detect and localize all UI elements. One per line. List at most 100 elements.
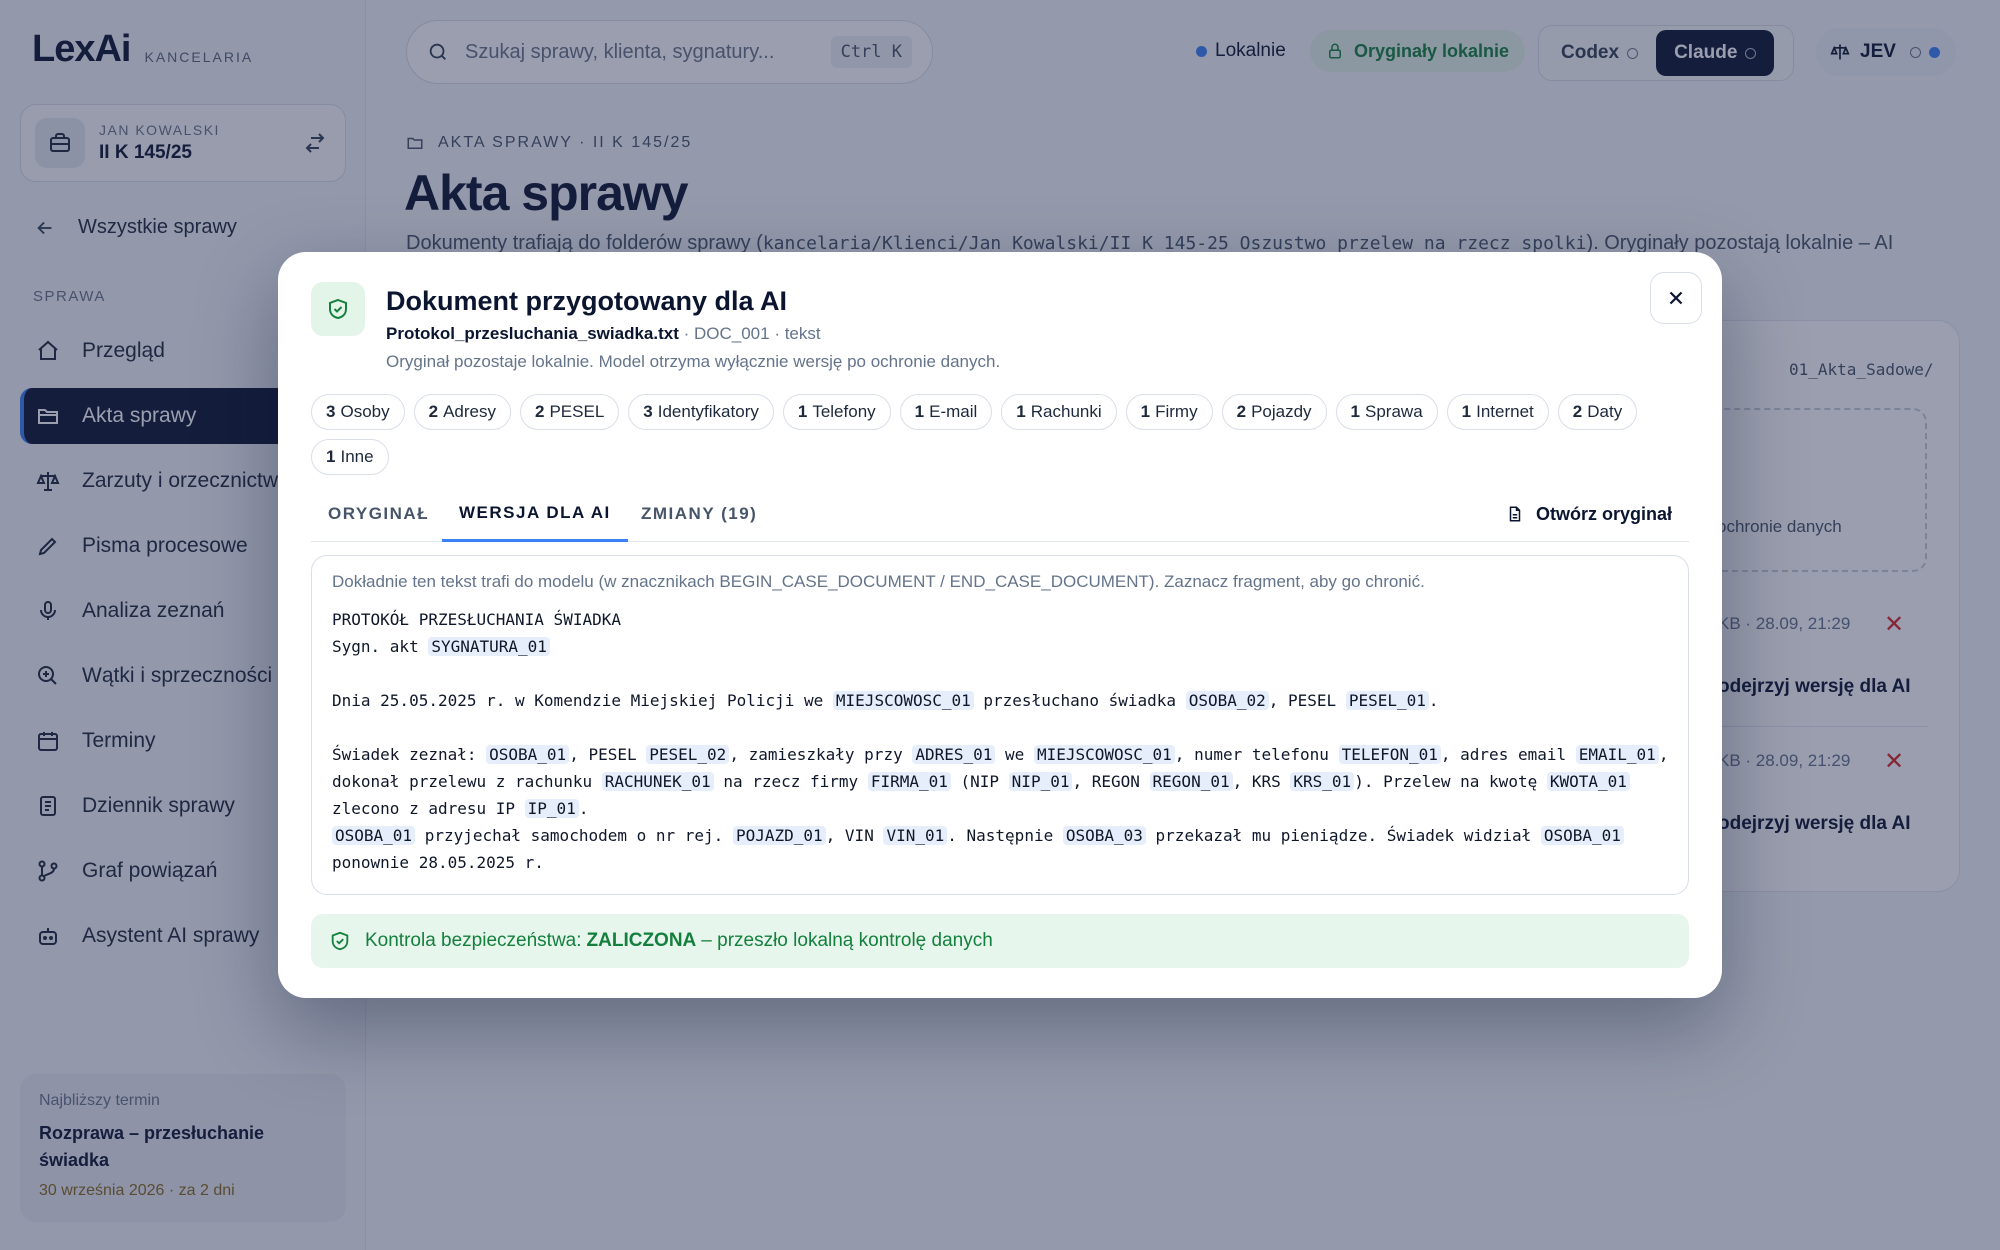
entity-label: Daty [1587,402,1623,421]
placeholder-token[interactable]: REGON_01 [1149,772,1233,791]
document-text-segment: Sygn. akt [332,637,429,656]
entity-label: E-mail [929,402,978,421]
entity-label: Sprawa [1365,402,1423,421]
placeholder-token[interactable]: NIP_01 [1008,772,1073,791]
placeholder-token[interactable]: KWOTA_01 [1546,772,1630,791]
entity-chip[interactable]: 2 Daty [1557,394,1638,430]
ai-document-preview[interactable]: Dokładnie ten tekst trafi do modelu (w z… [311,555,1689,895]
entity-count: 1 [1461,402,1472,421]
entity-count: 3 [643,402,653,421]
placeholder-token[interactable]: PESEL_02 [646,745,730,764]
document-text-segment: (NIP [950,772,1009,791]
entity-chip[interactable]: 2 Pojazdy [1221,394,1327,430]
placeholder-token[interactable]: MIEJSCOWOSC_01 [1033,745,1175,764]
ai-document-dialog: Dokument przygotowany dla AI Protokol_pr… [278,252,1722,998]
document-text-segment: , adres email [1440,745,1576,764]
document-icon [1509,506,1521,522]
placeholder-token[interactable]: SYGNATURA_01 [428,637,550,656]
entity-count: 2 [535,402,545,421]
placeholder-token[interactable]: PESEL_01 [1345,691,1429,710]
placeholder-token[interactable]: RACHUNEK_01 [601,772,714,791]
placeholder-token[interactable]: ADRES_01 [912,745,996,764]
safety-check-prefix: Kontrola bezpieczeństwa: [365,930,582,951]
entity-label: Firmy [1155,402,1198,421]
entity-chip[interactable]: 1 Inne [311,439,389,475]
open-original-button[interactable]: Otwórz oryginał [1506,486,1672,542]
shield-check-icon [311,282,365,336]
document-text-segment: . [1428,691,1439,710]
close-button[interactable] [1650,272,1702,324]
document-text-segment: , PESEL [1268,691,1346,710]
entity-label: Osoby [340,402,390,421]
safety-check-banner: Kontrola bezpieczeństwa: ZALICZONA – prz… [311,914,1689,968]
document-line: zlecono z adresu IP IP_01. [332,795,1668,822]
entity-count: 1 [1350,402,1361,421]
document-text-segment: , VIN [825,826,884,845]
document-text-segment: , [1658,745,1669,764]
document-line: dokonał przelewu z rachunku RACHUNEK_01 … [332,768,1668,795]
tab-ai-version[interactable]: WERSJA DLA AI [442,486,628,542]
entity-chip[interactable]: 1 Rachunki [1001,394,1117,430]
entity-chip[interactable]: 2 Adresy [413,394,511,430]
document-text-segment: we [995,745,1034,764]
entity-count: 1 [326,447,336,466]
placeholder-token[interactable]: OSOBA_03 [1062,826,1146,845]
entity-count: 1 [1016,402,1026,421]
document-text-segment: , zamieszkały przy [729,745,913,764]
placeholder-token[interactable]: OSOBA_01 [1540,826,1624,845]
document-text-segment: zlecono z adresu IP [332,799,525,818]
placeholder-token[interactable]: POJAZD_01 [732,826,826,845]
placeholder-token[interactable]: IP_01 [524,799,579,818]
document-text-segment: na rzecz firmy [713,772,868,791]
entity-chip[interactable]: 3 Osoby [311,394,405,430]
document-text-segment: ). Przelew na kwotę [1354,772,1547,791]
document-text[interactable]: PROTOKÓŁ PRZESŁUCHANIA ŚWIADKA Sygn. akt … [332,606,1668,876]
placeholder-token[interactable]: KRS_01 [1290,772,1355,791]
entity-count: 1 [914,402,925,421]
document-line: ponownie 28.05.2025 r. [332,849,1668,876]
entity-chip[interactable]: 1 Firmy [1125,394,1213,430]
entity-chip[interactable]: 1 Sprawa [1335,394,1438,430]
entity-chip[interactable]: 1 Internet [1446,394,1549,430]
safety-check-status: ZALICZONA [586,930,697,951]
entity-label: Internet [1476,402,1534,421]
entity-label: Pojazdy [1251,402,1312,421]
placeholder-token[interactable]: MIEJSCOWOSC_01 [832,691,974,710]
entity-chip[interactable]: 2 PESEL [520,394,620,430]
document-text-segment: Dnia 25.05.2025 r. w Komendzie Miejskiej… [332,691,833,710]
tab-original[interactable]: ORYGINAŁ [328,486,429,542]
entity-count: 1 [1140,402,1151,421]
close-icon [1669,291,1683,305]
placeholder-token[interactable]: OSOBA_01 [332,826,416,845]
entity-chips: 3 Osoby 2 Adresy 2 PESEL 3 Identyfikatory 1 Telef… [311,394,1691,475]
tab-changes[interactable]: ZMIANY (19) [641,486,757,542]
placeholder-token[interactable]: VIN_01 [883,826,948,845]
document-line: OSOBA_01 przyjechał samochodem o nr rej.… [332,822,1668,849]
placeholder-token[interactable]: FIRMA_01 [867,772,951,791]
document-line: Sygn. akt SYGNATURA_01 [332,633,1668,660]
placeholder-token[interactable]: OSOBA_01 [486,745,570,764]
document-line: Świadek zeznał: OSOBA_01, PESEL PESEL_02… [332,741,1668,768]
entity-count: 1 [797,402,808,421]
dialog-title: Dokument przygotowany dla AI [386,286,788,316]
entity-chip[interactable]: 3 Identyfikatory [628,394,774,430]
preview-hint: Dokładnie ten tekst trafi do modelu (w z… [332,572,1425,591]
shield-check-icon [331,931,349,951]
document-text-segment: , PESEL [569,745,647,764]
placeholder-token[interactable]: EMAIL_01 [1575,745,1659,764]
document-text-segment: Świadek zeznał: [332,745,487,764]
document-text-segment: , KRS [1232,772,1291,791]
entity-label: PESEL [549,402,605,421]
document-text-segment: przekazał mu pieniądze. Świadek widział [1145,826,1541,845]
document-text-segment: przyjechał samochodem o nr rej. [415,826,733,845]
placeholder-token[interactable]: TELEFON_01 [1338,745,1441,764]
document-text-segment: , REGON [1072,772,1150,791]
entity-chip[interactable]: 1 Telefony [782,394,891,430]
placeholder-token[interactable]: OSOBA_02 [1185,691,1269,710]
entity-count: 2 [428,402,439,421]
entity-chip[interactable]: 1 E-mail [899,394,993,430]
entity-label: Rachunki [1030,402,1102,421]
safety-check-suffix: – przeszło lokalną kontrolę danych [701,930,993,951]
